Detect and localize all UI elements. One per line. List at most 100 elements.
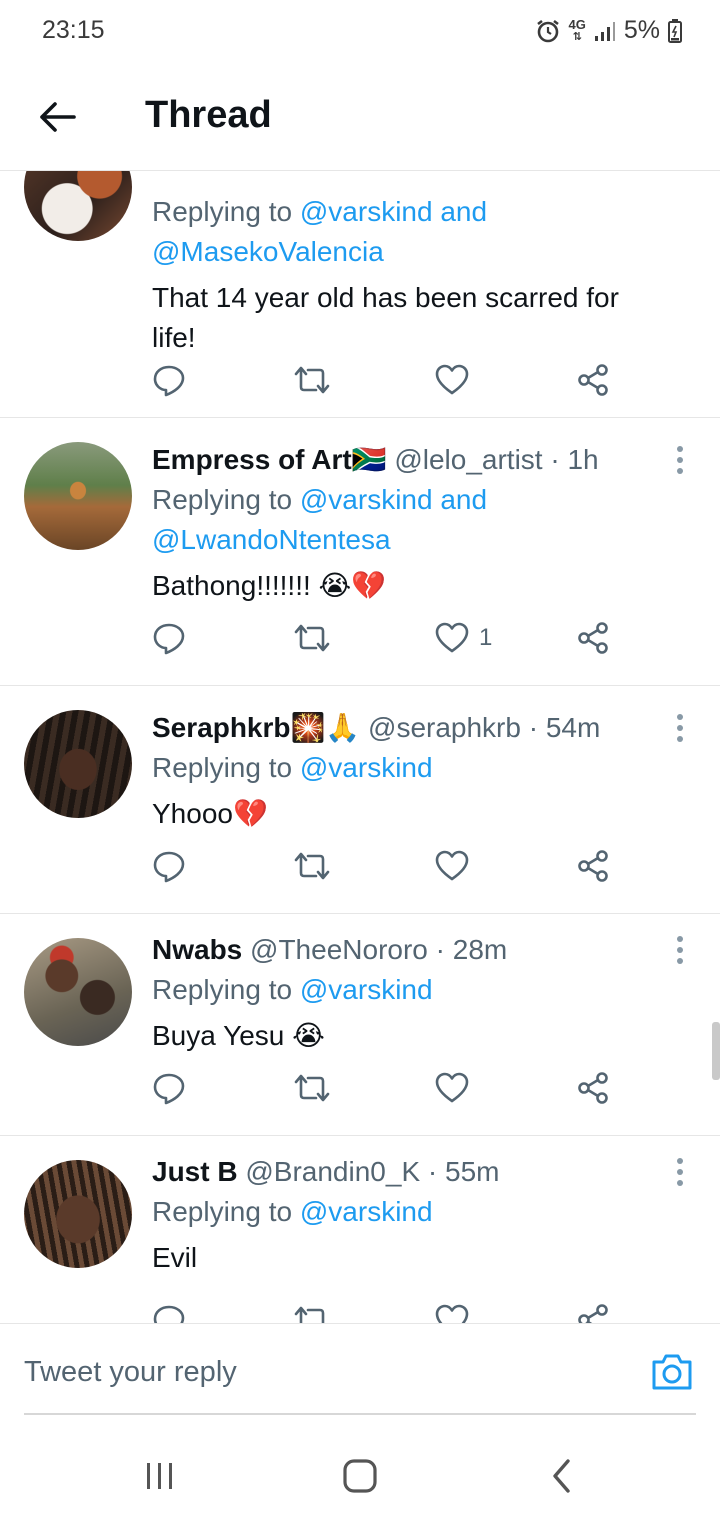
reply-button[interactable] [152, 846, 186, 886]
network-4g-icon: 4G ⇅ [568, 16, 586, 43]
avatar[interactable] [24, 710, 132, 818]
mention-link[interactable]: @varskind and [300, 484, 487, 515]
avatar[interactable] [24, 442, 132, 550]
tweet-item[interactable]: Replying to @varskind and @MasekoValenci… [0, 171, 720, 418]
replying-to: Replying to @varskind [152, 1192, 696, 1232]
mention-link[interactable]: @varskind [300, 752, 433, 783]
tweet-text: Yhooo💔 [152, 798, 268, 829]
reply-button[interactable] [152, 1300, 186, 1323]
retweet-icon [294, 1074, 330, 1102]
replying-to: Replying to @varskind [152, 970, 696, 1010]
back-button[interactable] [30, 90, 84, 144]
user-handle[interactable]: @TheeNororo [250, 934, 428, 965]
home-icon [343, 1459, 377, 1493]
heart-icon [435, 364, 469, 395]
battery-icon [668, 18, 682, 43]
user-name[interactable]: Nwabs [152, 934, 242, 965]
share-button[interactable] [576, 618, 610, 658]
more-options-icon[interactable] [670, 708, 690, 748]
mention-link[interactable]: @LwandoNtentesa [152, 520, 696, 560]
more-options-icon[interactable] [670, 930, 690, 970]
share-icon [578, 364, 608, 396]
camera-icon [652, 1354, 692, 1390]
reply-button[interactable] [152, 618, 186, 658]
camera-button[interactable] [650, 1352, 694, 1392]
avatar[interactable] [24, 171, 132, 241]
avatar[interactable] [24, 938, 132, 1046]
more-options-icon[interactable] [670, 1152, 690, 1192]
tweet-time: · 1h [550, 444, 599, 475]
replying-to: Replying to @varskind and [152, 480, 696, 520]
reply-button[interactable] [152, 360, 186, 400]
scrollbar-thumb[interactable] [712, 1022, 720, 1080]
tweet-header: Just B @Brandin0_K · 55m [152, 1152, 696, 1192]
replying-prefix: Replying to [152, 974, 293, 1005]
replying-to: Replying to @varskind [152, 748, 696, 788]
tweet-text: Buya Yesu 😭 [152, 1020, 325, 1051]
tweet-body: Empress of Art🇿🇦 @lelo_artist · 1h Reply… [152, 440, 696, 606]
user-name[interactable]: Just B [152, 1156, 238, 1187]
recent-apps-button[interactable] [130, 1454, 190, 1498]
retweet-button[interactable] [294, 360, 330, 400]
mention-link[interactable]: @varskind [300, 974, 433, 1005]
signal-icon [594, 20, 616, 42]
like-button[interactable] [435, 1300, 479, 1323]
share-button[interactable] [576, 1300, 610, 1323]
retweet-button[interactable] [294, 618, 330, 658]
reply-icon [153, 1073, 185, 1105]
retweet-icon [294, 366, 330, 394]
like-button[interactable]: 1 [435, 618, 492, 658]
mention-link[interactable]: @varskind [300, 1196, 433, 1227]
tweet-header: Seraphkrb🎇🙏 @seraphkrb · 54m [152, 708, 696, 748]
user-handle[interactable]: @Brandin0_K [245, 1156, 420, 1187]
user-name[interactable]: Seraphkrb🎇🙏 [152, 712, 360, 743]
user-handle[interactable]: @lelo_artist [394, 444, 542, 475]
home-button[interactable] [330, 1454, 390, 1498]
retweet-button[interactable] [294, 1068, 330, 1108]
heart-icon [435, 622, 469, 653]
mention-link[interactable]: @MasekoValencia [152, 232, 696, 272]
reply-icon [153, 365, 185, 397]
like-button[interactable] [435, 1068, 479, 1108]
thread-list[interactable]: Replying to @varskind and @MasekoValenci… [0, 171, 720, 1323]
tweet-text-line: life! [152, 322, 196, 353]
back-nav-button[interactable] [532, 1454, 592, 1498]
heart-icon [435, 1072, 469, 1103]
user-name[interactable]: Empress of Art🇿🇦 [152, 444, 387, 475]
user-handle[interactable]: @seraphkrb [368, 712, 521, 743]
more-options-icon[interactable] [670, 440, 690, 480]
reply-input[interactable]: Tweet your reply [24, 1356, 237, 1389]
tweet-body: Seraphkrb🎇🙏 @seraphkrb · 54m Replying to… [152, 708, 696, 834]
avatar[interactable] [24, 1160, 132, 1268]
tweet-time: · 54m [528, 712, 601, 743]
heart-icon [435, 1304, 469, 1323]
reply-composer: Tweet your reply [0, 1323, 720, 1415]
like-button[interactable] [435, 846, 479, 886]
tweet-actions [152, 846, 612, 886]
tweet-item[interactable]: Nwabs @TheeNororo · 28m Replying to @var… [0, 914, 720, 1136]
tweet-item[interactable]: Just B @Brandin0_K · 55m Replying to @va… [0, 1136, 720, 1323]
share-button[interactable] [576, 360, 610, 400]
reply-divider [24, 1413, 696, 1415]
app-header: Thread [0, 60, 720, 171]
tweet-header: Nwabs @TheeNororo · 28m [152, 930, 696, 970]
alarm-icon [535, 18, 561, 44]
system-nav-bar [0, 1430, 720, 1520]
reply-icon [153, 1305, 185, 1323]
retweet-icon [294, 1306, 325, 1323]
retweet-button[interactable] [294, 846, 330, 886]
retweet-button[interactable] [294, 1300, 330, 1323]
mention-link[interactable]: @varskind and [300, 196, 487, 227]
share-button[interactable] [576, 846, 610, 886]
tweet-item[interactable]: Seraphkrb🎇🙏 @seraphkrb · 54m Replying to… [0, 686, 720, 914]
reply-icon [153, 851, 185, 883]
like-button[interactable] [435, 360, 479, 400]
tweet-item[interactable]: Empress of Art🇿🇦 @lelo_artist · 1h Reply… [0, 418, 720, 686]
reply-icon [153, 623, 185, 655]
tweet-body: Replying to @varskind and @MasekoValenci… [152, 192, 696, 358]
reply-button[interactable] [152, 1068, 186, 1108]
tweet-actions [152, 360, 612, 400]
share-button[interactable] [576, 1068, 610, 1108]
share-icon [578, 1304, 608, 1323]
tweet-text-line: That 14 year old has been scarred for [152, 282, 619, 313]
